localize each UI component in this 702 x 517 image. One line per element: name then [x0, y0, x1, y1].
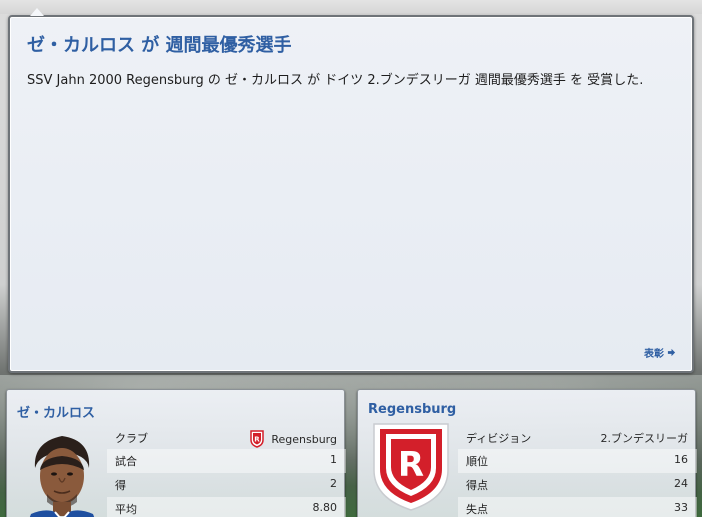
- player-card: ゼ・カルロス クラブ R Regensburg 試合 1 得 2 平均 8.80: [6, 389, 346, 517]
- stat-value: 1: [330, 453, 337, 466]
- awards-link[interactable]: 表彰: [644, 345, 676, 360]
- stat-label: 得点: [466, 479, 488, 492]
- news-title: ゼ・カルロス が 週間最優秀選手: [27, 35, 292, 56]
- stat-value: 24: [674, 477, 688, 490]
- stat-label: 失点: [466, 503, 488, 516]
- stat-row-goals-against: 失点 33: [458, 497, 697, 517]
- stat-row-matches: 試合 1: [107, 449, 346, 473]
- arrow-right-icon: [667, 348, 676, 357]
- svg-text:R: R: [255, 436, 261, 444]
- stat-value: 2: [330, 477, 337, 490]
- stat-row-average: 平均 8.80: [107, 497, 346, 517]
- stat-label: ディビジョン: [466, 432, 532, 445]
- club-link[interactable]: R Regensburg: [249, 430, 337, 448]
- club-crest-icon: R: [373, 423, 449, 511]
- player-photo: [25, 428, 99, 517]
- player-name[interactable]: ゼ・カルロス: [17, 402, 95, 421]
- stat-label: 試合: [115, 455, 137, 468]
- top-bar: [0, 0, 702, 14]
- stat-value: 16: [674, 453, 688, 466]
- club-crest-icon: R: [250, 430, 265, 448]
- division-link[interactable]: 2.ブンデスリーガ: [601, 430, 689, 446]
- news-body: SSV Jahn 2000 Regensburg の ゼ・カルロス が ドイツ …: [27, 73, 644, 88]
- club-card: Regensburg R ディビジョン 2.ブンデスリーガ 順位 16 得点 2…: [357, 389, 697, 517]
- awards-link-label: 表彰: [644, 349, 664, 360]
- stat-value: 33: [674, 501, 688, 514]
- news-panel: ゼ・カルロス が 週間最優秀選手 SSV Jahn 2000 Regensbur…: [8, 15, 694, 373]
- club-name[interactable]: Regensburg: [368, 402, 456, 417]
- stat-label: クラブ: [115, 432, 148, 445]
- stat-row-division: ディビジョン 2.ブンデスリーガ: [458, 426, 697, 450]
- stat-label: 平均: [115, 503, 137, 516]
- stat-label: 得: [115, 479, 126, 492]
- stat-row-position: 順位 16: [458, 449, 697, 473]
- stat-row-goals-for: 得点 24: [458, 473, 697, 497]
- stat-row-goals: 得 2: [107, 473, 346, 497]
- stat-value: Regensburg: [271, 432, 337, 446]
- stat-label: 順位: [466, 455, 488, 468]
- svg-text:R: R: [398, 445, 424, 485]
- stat-row-club: クラブ R Regensburg: [107, 426, 346, 450]
- stat-value: 8.80: [312, 501, 338, 514]
- panel-pointer: [30, 8, 44, 16]
